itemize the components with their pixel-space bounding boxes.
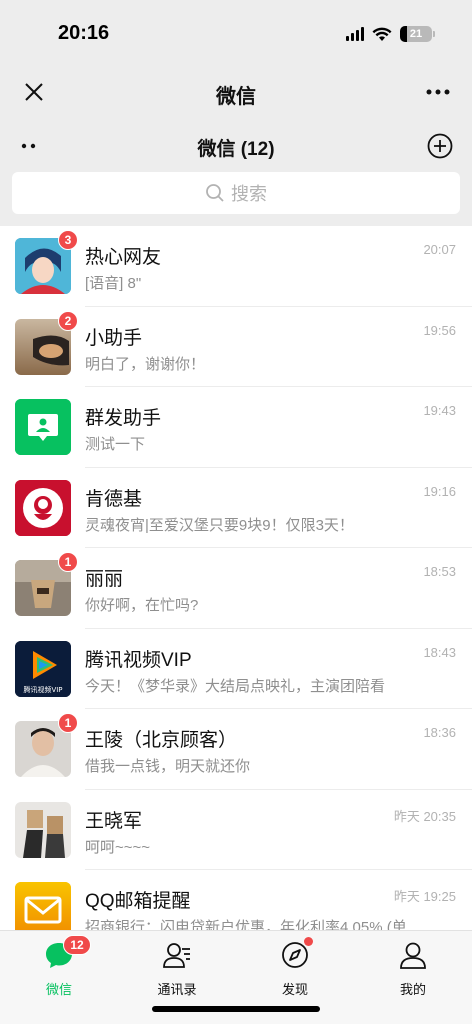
- chat-time: 19:43: [423, 403, 456, 418]
- wechat-header: 微信 (12): [0, 126, 472, 166]
- wifi-icon: [372, 27, 392, 41]
- chat-name: 肯德基: [85, 488, 143, 510]
- chat-preview: 招商银行：闪电贷新户优惠，年化利率4.05% (单...: [85, 919, 420, 930]
- chat-preview: 你好啊，在忙吗?: [85, 597, 199, 614]
- search-icon: [206, 184, 224, 202]
- chat-time: 昨天 20:35: [393, 808, 456, 824]
- chat-item-lili[interactable]: 1 丽丽 你好啊，在忙吗? 18:53: [0, 548, 472, 629]
- chat-preview: 借我一点钱，明天就还你: [85, 758, 251, 775]
- tab-discover[interactable]: 发现: [255, 937, 335, 998]
- chat-preview: 灵魂夜宵|至爱汉堡只要9块9！仅限3天！: [85, 516, 354, 534]
- compass-icon: [279, 937, 313, 971]
- avatar: 腾讯视频VIP: [15, 640, 71, 697]
- tab-label: 通讯录: [157, 982, 197, 997]
- notification-dot: [304, 937, 313, 946]
- person-icon: [397, 939, 429, 971]
- unread-badge: 1: [58, 552, 78, 572]
- chat-time: 19:56: [423, 322, 456, 338]
- chat-item-wangling[interactable]: 1 王陵（北京顾客） 借我一点钱，明天就还你 18:36: [0, 709, 472, 790]
- status-bar: 20:16 21: [0, 0, 472, 64]
- unread-badge: 2: [58, 310, 78, 331]
- chat-time: 18:36: [423, 725, 456, 740]
- chat-item-xiaozhushou[interactable]: 2 小助手 明白了，谢谢你！ 19:56: [0, 307, 472, 388]
- tab-label: 发现: [281, 982, 308, 997]
- battery-percent: 21: [409, 28, 423, 40]
- avatar: [15, 399, 71, 455]
- tab-contacts[interactable]: 通讯录: [137, 939, 217, 998]
- search-placeholder: 搜索: [231, 184, 267, 204]
- unread-badge: 1: [58, 713, 78, 733]
- chat-time: 18:43: [423, 644, 456, 660]
- chat-item-qq-mail[interactable]: QQ邮箱提醒 招商银行：闪电贷新户优惠，年化利率4.05% (单... 昨天 1…: [0, 870, 472, 930]
- signal-icon: [346, 27, 364, 41]
- home-indicator: [152, 1006, 320, 1012]
- chat-name: 腾讯视频VIP: [85, 649, 192, 671]
- chat-bubble-icon: 12: [43, 935, 91, 971]
- contacts-icon: [161, 939, 193, 971]
- chat-preview: 明白了，谢谢你！: [85, 355, 206, 373]
- search-bar[interactable]: 搜索: [12, 172, 460, 214]
- chat-name: 王晓军: [85, 810, 143, 832]
- avatar: [15, 801, 71, 858]
- chat-time: 19:16: [423, 483, 456, 499]
- chat-name: QQ邮箱提醒: [85, 891, 191, 912]
- chat-preview: 呵呵~~~~: [85, 838, 151, 856]
- tab-chats[interactable]: 12 微信: [19, 935, 99, 998]
- chat-name: 丽丽: [85, 569, 124, 590]
- chat-preview: 今天！《梦华录》大结局点映礼，主演团陪看: [85, 677, 386, 695]
- chat-time: 18:53: [423, 564, 456, 579]
- chats-title: 微信 (12): [197, 139, 275, 160]
- avatar: [15, 479, 71, 536]
- more-dots-icon[interactable]: [424, 78, 452, 106]
- tab-unread-badge: 12: [63, 935, 91, 955]
- plus-circle-icon[interactable]: [426, 132, 454, 160]
- tab-me[interactable]: 我的: [373, 939, 453, 998]
- page-title: 微信: [216, 86, 256, 108]
- tab-label: 微信: [45, 982, 72, 997]
- chat-name: 群发助手: [85, 408, 162, 429]
- chat-item-kfc[interactable]: 肯德基 灵魂夜宵|至爱汉堡只要9块9！仅限3天！ 19:16: [0, 468, 472, 549]
- chat-item-qunfazhushou[interactable]: 群发助手 测试一下 19:43: [0, 387, 472, 468]
- chat-preview: [语音] 8": [85, 275, 142, 292]
- chat-item-rexinwangyou[interactable]: 3 热心网友 [语音] 8" 20:07: [0, 226, 472, 307]
- chat-name: 热心网友: [85, 247, 162, 268]
- tab-label: 我的: [399, 982, 426, 997]
- chat-list: 3 热心网友 [语音] 8" 20:07 2 小助手 明白了，谢谢你！ 19:5…: [0, 226, 472, 930]
- chat-item-wangxiaojun[interactable]: 王晓军 呵呵~~~~ 昨天 20:35: [0, 790, 472, 871]
- topbar: 微信: [0, 64, 472, 120]
- status-time: 20:16: [58, 22, 110, 44]
- unread-badge: 3: [58, 230, 78, 250]
- chat-time: 昨天 19:25: [393, 889, 456, 904]
- status-icons: 21: [346, 26, 435, 42]
- avatar: [15, 882, 71, 930]
- chat-preview: 测试一下: [85, 436, 146, 453]
- chat-time: 20:07: [423, 242, 456, 257]
- chat-name: 王陵（北京顾客）: [85, 730, 238, 751]
- chat-name: 小助手: [85, 327, 143, 349]
- chat-item-tencent-video-vip[interactable]: 腾讯视频VIP 腾讯视频VIP 今天！《梦华录》大结局点映礼，主演团陪看 18:…: [0, 629, 472, 710]
- avatar-text: 腾讯视频VIP: [23, 685, 62, 694]
- battery-icon: 21: [400, 26, 435, 42]
